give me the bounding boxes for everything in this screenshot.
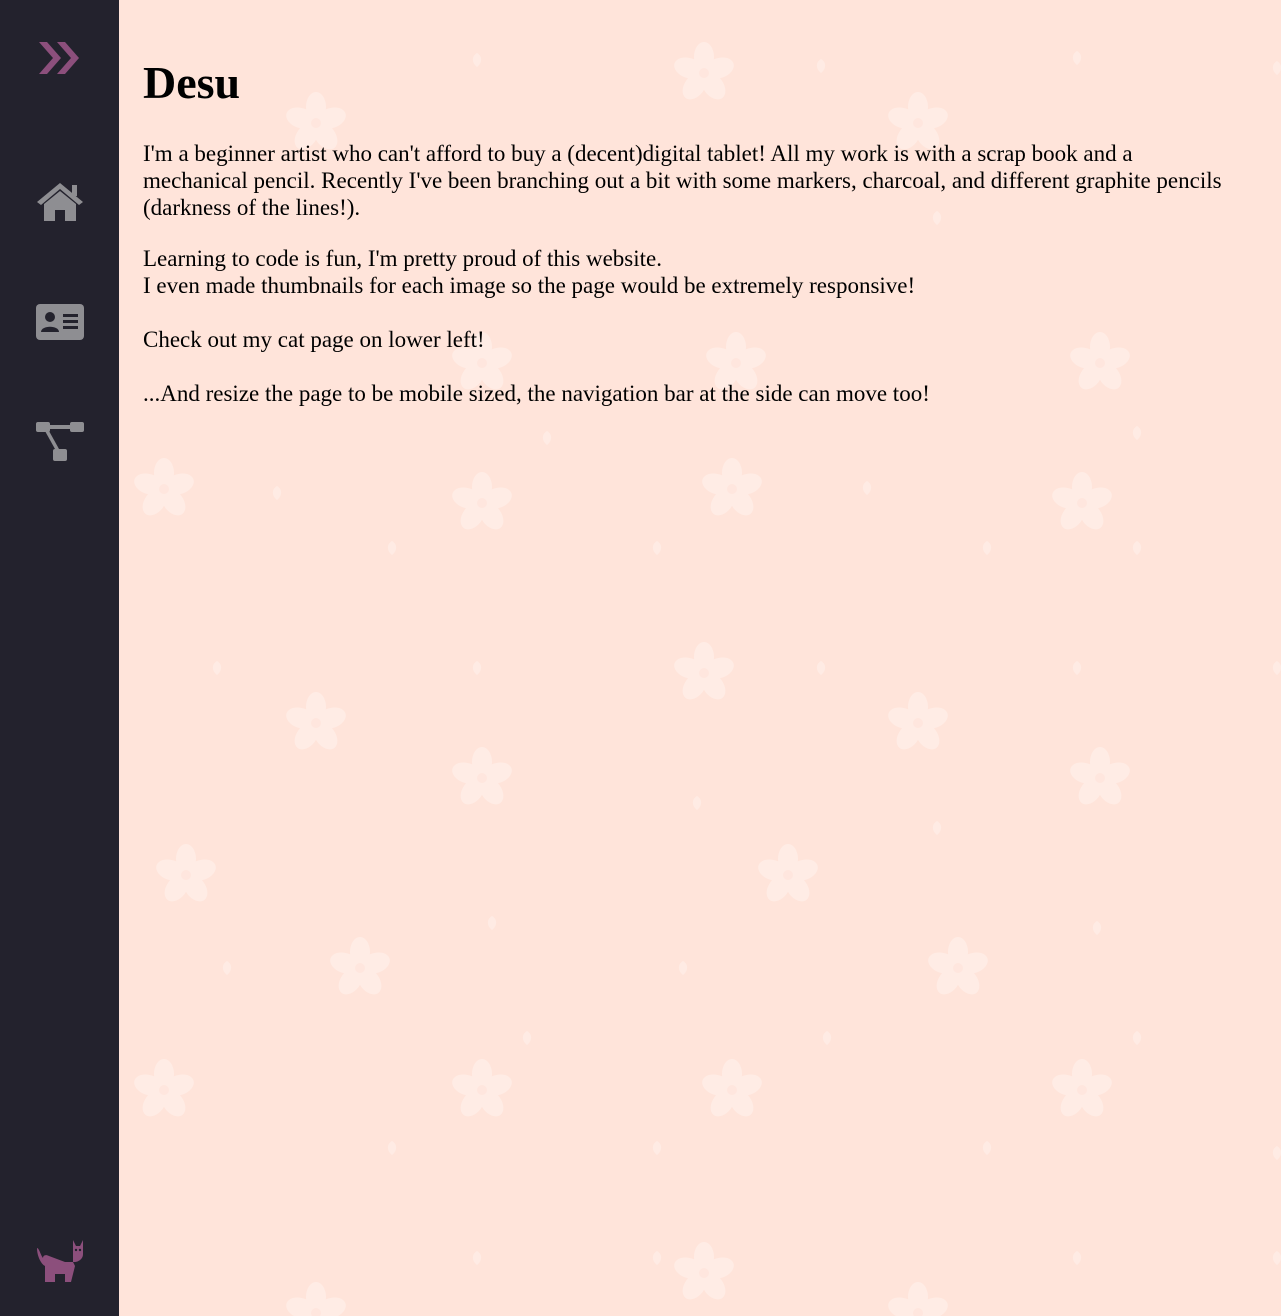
sakura-petal-decoration — [1269, 1250, 1281, 1266]
nav-home-button[interactable] — [0, 162, 119, 242]
nav-about-button[interactable] — [0, 282, 119, 362]
nav-cats-button[interactable] — [0, 1220, 119, 1300]
sakura-petal-decoration — [1269, 1145, 1281, 1161]
home-icon — [36, 183, 83, 221]
expand-nav-button[interactable] — [0, 18, 119, 98]
intro-paragraph: I'm a beginner artist who can't afford t… — [143, 141, 1222, 220]
main-content: Desu I'm a beginner artist who can't aff… — [143, 0, 1253, 1316]
nav-sitemap-button[interactable] — [0, 402, 119, 482]
sakura-petal-decoration — [1269, 660, 1281, 676]
page-title: Desu — [143, 57, 241, 108]
id-card-icon — [35, 304, 84, 340]
double-chevron-right-icon — [38, 42, 79, 74]
coding-line: Learning to code is fun, I'm pretty prou… — [143, 246, 662, 271]
sitemap-icon — [35, 422, 84, 461]
cat-page-line: Check out my cat page on lower left! — [143, 327, 485, 352]
cat-icon — [36, 1240, 83, 1282]
thumbnails-line: I even made thumbnails for each image so… — [143, 273, 916, 298]
resize-line: ...And resize the page to be mobile size… — [143, 381, 930, 406]
intro-text: I'm a beginner artist who can't afford t… — [143, 140, 1223, 407]
sidebar-nav — [0, 0, 119, 1316]
sakura-petal-decoration — [1269, 60, 1281, 76]
